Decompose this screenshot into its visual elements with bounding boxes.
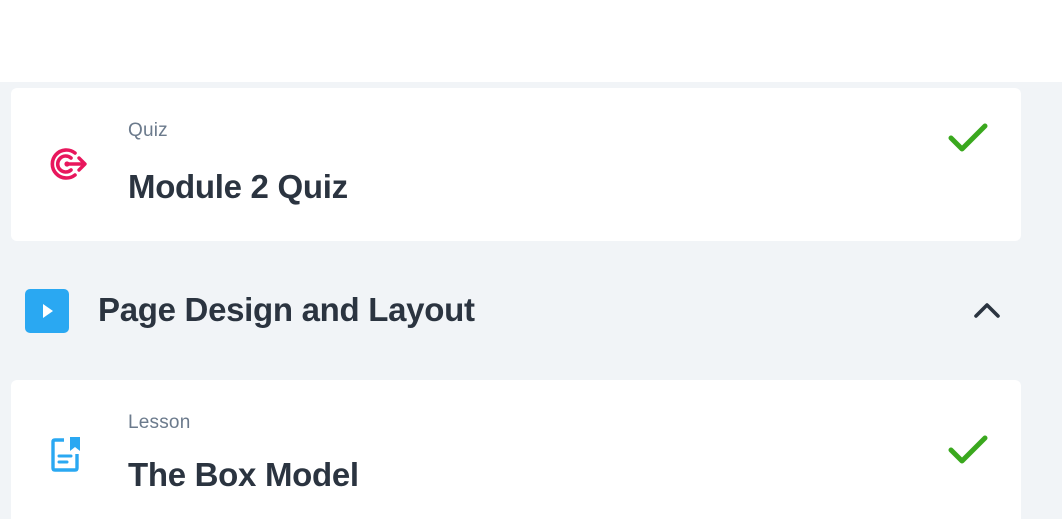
course-content: Quiz Module 2 Quiz Page Design and Layou… <box>0 82 1062 530</box>
quiz-item-module-2[interactable]: Quiz Module 2 Quiz <box>11 88 1021 241</box>
chevron-up-icon[interactable] <box>968 296 1006 326</box>
checkmark-icon <box>946 432 990 468</box>
section-title: Page Design and Layout <box>98 291 475 328</box>
item-title: The Box Model <box>128 456 359 493</box>
item-type-label: Quiz <box>128 120 168 141</box>
document-icon <box>45 432 91 478</box>
top-bar <box>0 0 1062 82</box>
section-header-page-design[interactable]: Page Design and Layout <box>0 279 1062 341</box>
item-title: Module 2 Quiz <box>128 168 348 205</box>
target-icon <box>45 141 91 187</box>
lesson-item-box-model[interactable]: Lesson The Box Model <box>11 380 1021 530</box>
item-type-label: Lesson <box>128 412 191 433</box>
checkmark-icon <box>946 120 990 156</box>
play-icon <box>25 289 69 333</box>
